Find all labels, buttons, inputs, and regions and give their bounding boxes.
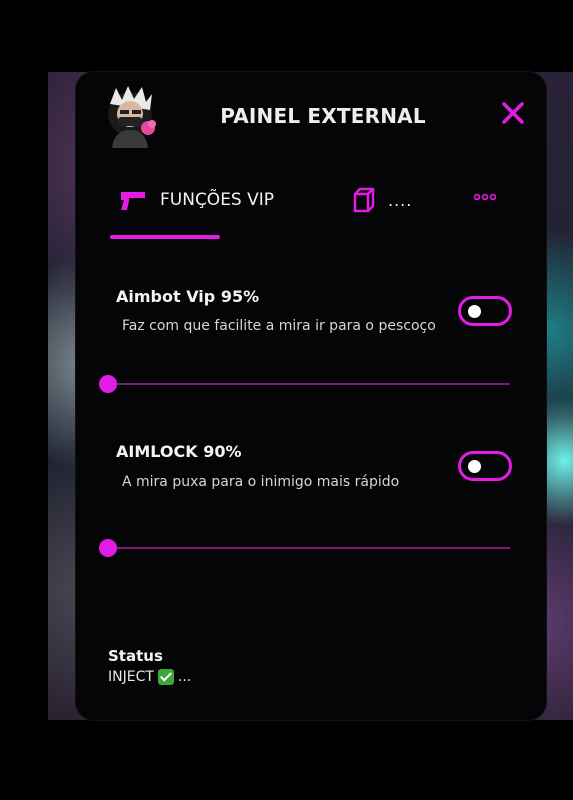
- aimlock-toggle[interactable]: [458, 451, 512, 481]
- feature-desc-aimlock: A mira puxa para o inimigo mais rápido: [122, 474, 400, 490]
- toggle-knob: [468, 460, 481, 473]
- active-tab-indicator: [110, 235, 220, 239]
- aimbot-toggle[interactable]: [458, 296, 512, 326]
- mod-panel: PAINEL EXTERNAL FUNÇÕES VIP .... Aimbot …: [76, 72, 546, 720]
- tab-funcoes-vip[interactable]: FUNÇÕES VIP: [120, 189, 274, 211]
- check-icon: [157, 669, 174, 685]
- close-icon[interactable]: [500, 100, 526, 126]
- cube-icon: [353, 187, 375, 213]
- feature-title-aimlock: AIMLOCK 90%: [116, 442, 242, 461]
- status-value: INJECT ...: [108, 669, 191, 685]
- toggle-knob: [468, 305, 481, 318]
- aimbot-slider[interactable]: [99, 374, 510, 394]
- slider-thumb[interactable]: [99, 375, 117, 393]
- slider-track: [108, 383, 510, 385]
- status-text: INJECT: [108, 669, 154, 685]
- aimlock-slider[interactable]: [99, 538, 510, 558]
- gun-icon: [121, 192, 145, 210]
- tab-bar: FUNÇÕES VIP ....: [76, 187, 546, 239]
- tab-secondary[interactable]: ....: [352, 187, 412, 213]
- tab-label: ....: [388, 190, 413, 210]
- status-suffix: ...: [177, 669, 192, 685]
- feature-desc-aimbot: Faz com que facilite a mira ir para o pe…: [122, 318, 436, 334]
- feature-title-aimbot: Aimbot Vip 95%: [116, 287, 260, 306]
- status-label: Status: [108, 647, 163, 665]
- slider-track: [108, 547, 510, 549]
- panel-title: PAINEL EXTERNAL: [220, 104, 426, 128]
- more-dots-icon[interactable]: [474, 193, 496, 201]
- tab-label: FUNÇÕES VIP: [160, 190, 275, 210]
- slider-thumb[interactable]: [99, 539, 117, 557]
